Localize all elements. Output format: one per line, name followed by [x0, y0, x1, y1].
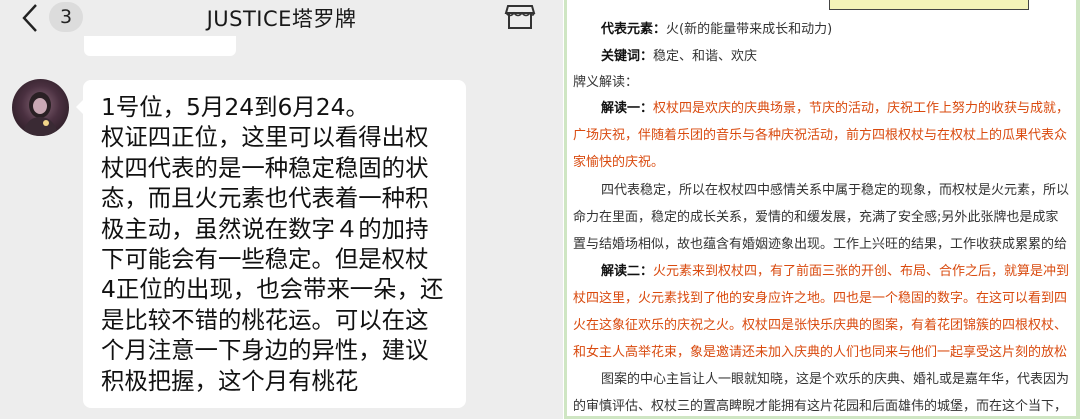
- previous-message-bubble: [84, 36, 236, 56]
- message-bubble[interactable]: 1号位，5月24到6月24。 权证四正位，这里可以看得出权 杖四代表的是一种稳定…: [76, 80, 466, 408]
- keywords-label: 关键词：: [601, 49, 654, 64]
- element-label: 代表元素：: [601, 22, 667, 37]
- element-value: 火(新的能量带来成长和动力): [666, 22, 833, 37]
- para4-line: 图案的中心主旨让人一眼就知晓，这是个欢乐的庆典、婚礼或是嘉年华，代表因为: [601, 372, 1070, 387]
- reading1-line: 广场庆祝，伴随着乐团的音乐与各种庆祝活动，前方四根权杖与在权杖上的瓜果代表众: [573, 128, 1068, 143]
- reading1-line: 解读一：权杖四是欢庆的庆典场景，节庆的活动，庆祝工作上努力的收获与成就，: [601, 98, 1069, 120]
- reading2-text: 火元素来到权杖四，有了前面三张的开创、布局、合作之后，就算是冲到: [653, 264, 1070, 279]
- message-line: 是比较不错的桃花运。可以在这: [101, 305, 429, 334]
- message-line: 个月注意一下身边的异性，建议: [101, 336, 429, 365]
- keywords-row: 关键词：稳定、和谐、欢庆: [601, 46, 757, 68]
- keywords-value: 稳定、和谐、欢庆: [653, 49, 758, 64]
- chat-header: 3 JUSTICE塔罗牌: [0, 0, 563, 40]
- message-line: 1号位，5月24到6月24。: [101, 93, 369, 121]
- reading1-label: 解读一：: [601, 101, 654, 116]
- reading2-line: 解读二：火元素来到权杖四，有了前面三张的开创、布局、合作之后，就算是冲到: [601, 261, 1069, 283]
- reading2-label: 解读二：: [601, 264, 654, 279]
- chat-panel: 3 JUSTICE塔罗牌 1号位，5月24到6月24。 权证四正位，这里可以看得…: [0, 0, 563, 419]
- para2-line: 命力在里面，稳定的成长关系，爱情的和缓发展，充满了安全感;另外此张牌也是成家: [573, 210, 1059, 225]
- reading2-line: 火在这象征欢乐的庆祝之火。权杖四是张快乐庆典的图案，有着花团锦簇的四根权杖、: [573, 318, 1068, 333]
- message-line: 权证四正位，这里可以看得出权: [101, 123, 429, 152]
- element-row: 代表元素：火(新的能量带来成长和动力): [601, 19, 832, 41]
- message-line: 下可能会有一些稳定。但是权杖: [101, 245, 429, 274]
- reading1-text: 权杖四是欢庆的庆典场景，节庆的活动，庆祝工作上努力的收获与成就，: [653, 101, 1070, 116]
- meaning-heading: 牌义解读：: [573, 75, 639, 90]
- message-line: 态，而且火元素也代表着一种积: [101, 184, 429, 213]
- message-line: 杖四代表的是一种稳定稳固的状: [101, 153, 429, 182]
- message-line: 积极把握，这个月有桃花: [101, 366, 359, 395]
- message-line: 4正位的出现，也会带来一朵，还: [101, 275, 444, 304]
- avatar[interactable]: [12, 79, 69, 136]
- para2-line: 置与结婚场相似，故也蕴含有婚姻迹象出现。工作上兴旺的结果，工作收获成累累的给: [573, 237, 1068, 252]
- para2-line: 四代表稳定，所以在权杖四中感情关系中属于稳定的现象，而权杖是火元素，所以: [601, 183, 1070, 198]
- chat-title: JUSTICE塔罗牌: [206, 7, 357, 31]
- document-panel: 代表元素：火(新的能量带来成长和动力) 关键词：稳定、和谐、欢庆 牌义解读： 解…: [564, 0, 1080, 419]
- reading2-line: 和女主人高举花束，象是邀请还未加入庆典的人们也同来与他们一起享受这片刻的放松: [573, 345, 1068, 360]
- reading1-line: 家愉快的庆祝。: [573, 155, 665, 170]
- message-line: 极主动，虽然说在数字４的加持: [101, 214, 429, 243]
- card-illustration-edge: [829, 0, 1029, 10]
- para4-line: 的审慎评估、权杖三的置高睥睨才能拥有这片花园和后面雄伟的城堡，而在这个当下，: [573, 399, 1068, 414]
- reading2-line: 杖四这里，火元素找到了他的安身应许之地。四也是一个稳固的数字。在这可以看到四: [573, 291, 1068, 306]
- shop-icon[interactable]: [503, 2, 537, 32]
